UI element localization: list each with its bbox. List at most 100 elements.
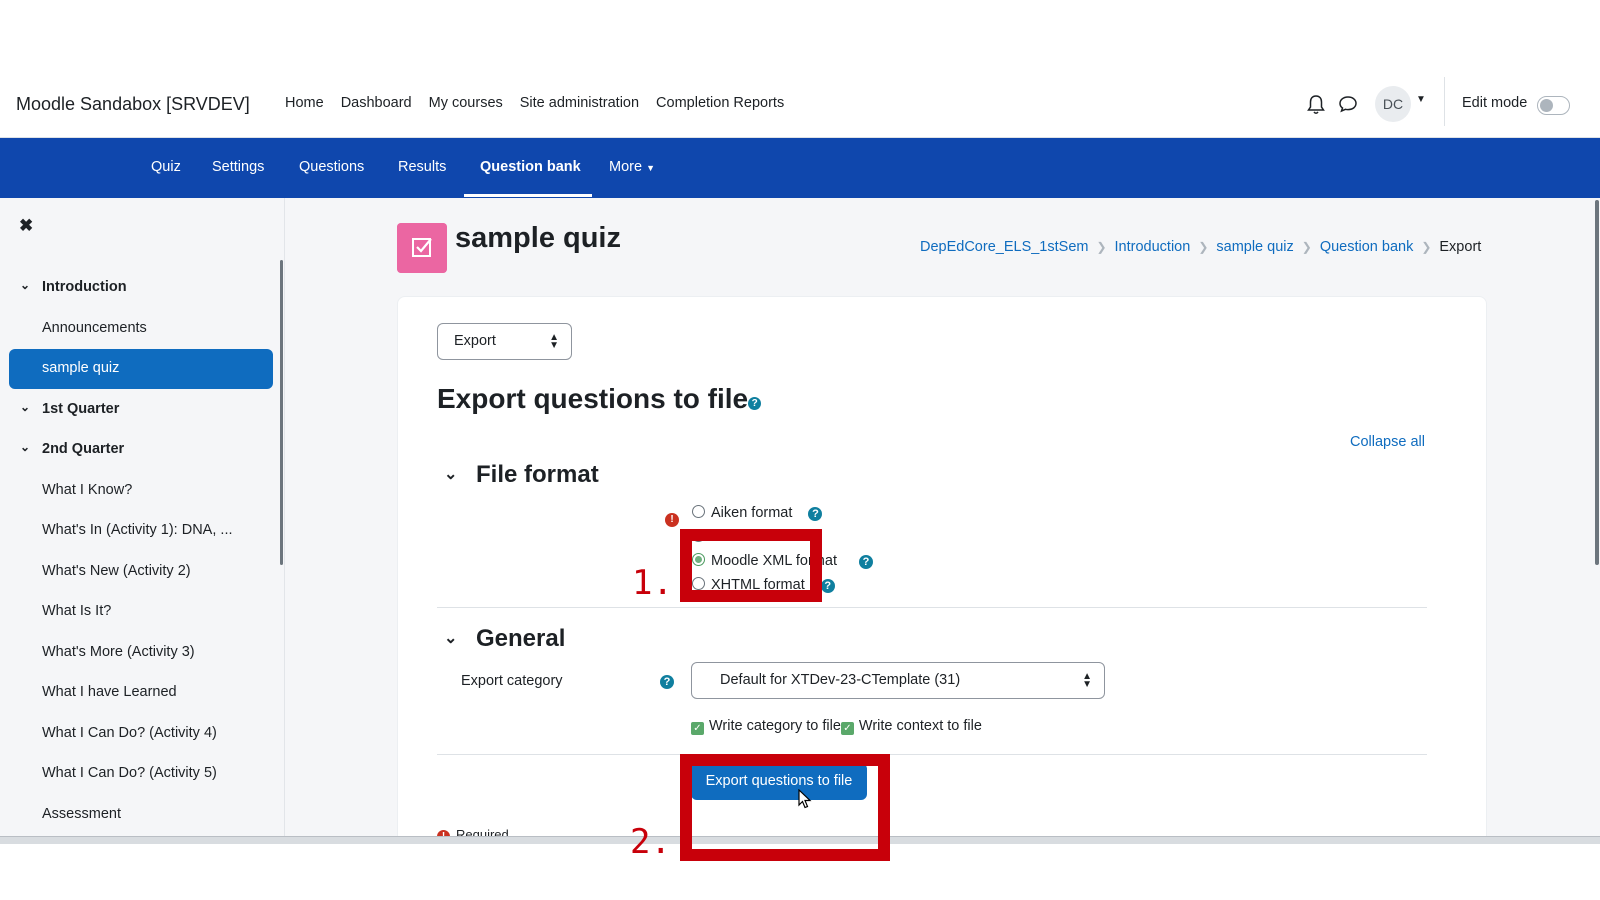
- breadcrumb: DepEdCore_ELS_1stSem ❯ Introduction ❯ sample…: [920, 239, 1481, 255]
- page-title: sample quiz: [455, 222, 621, 254]
- page-scrollbar[interactable]: [1595, 200, 1599, 565]
- chevron-down-icon[interactable]: ⌄: [444, 464, 457, 484]
- required-icon: !: [665, 513, 679, 527]
- tab-question-bank[interactable]: Question bank: [480, 159, 581, 175]
- course-index: ⌄ Introduction Announcements sample quiz…: [0, 268, 284, 836]
- chevron-down-icon[interactable]: ⌄: [20, 400, 30, 414]
- item-label: What Is It?: [42, 603, 112, 619]
- annotation-box-step-1: [680, 529, 822, 602]
- chevron-right-icon: ❯: [1096, 240, 1107, 254]
- breadcrumb-link[interactable]: Introduction: [1115, 239, 1191, 255]
- help-icon[interactable]: ?: [859, 555, 874, 569]
- edit-mode-toggle[interactable]: [1537, 96, 1570, 115]
- write-category-label: Write category to file: [709, 718, 841, 734]
- close-icon[interactable]: ✖: [19, 216, 33, 236]
- write-category-checkbox[interactable]: ✓ Write category to file: [691, 718, 841, 735]
- primary-navigation: Home Dashboard My courses Site administr…: [285, 95, 801, 111]
- general-header[interactable]: General: [476, 625, 565, 653]
- nav-home[interactable]: Home: [285, 95, 324, 111]
- help-icon[interactable]: ?: [660, 675, 674, 689]
- section-divider: [437, 754, 1427, 755]
- chevron-down-icon: ▼: [646, 163, 655, 173]
- course-index-item[interactable]: What I Know?: [0, 471, 284, 512]
- annotation-box-step-2: [680, 754, 890, 861]
- item-label: Announcements: [42, 319, 147, 336]
- top-navbar: Moodle Sandabox [SRVDEV] Home Dashboard …: [0, 77, 1600, 138]
- nav-my-courses[interactable]: My courses: [429, 95, 503, 111]
- check-icon[interactable]: ✓: [840, 722, 854, 735]
- course-index-item[interactable]: What's In (Activity 1): DNA, ...: [0, 511, 284, 552]
- select-arrows-icon: ▲ ▼: [1082, 671, 1092, 690]
- course-index-drawer: ✖ ⌄ Introduction Announcements sample qu…: [0, 198, 285, 838]
- check-icon[interactable]: ✓: [691, 722, 704, 735]
- help-icon[interactable]: ?: [748, 397, 762, 410]
- course-index-section[interactable]: ⌄ 1st Quarter: [0, 390, 284, 431]
- annotation-step-2: 2.: [630, 822, 671, 862]
- avatar[interactable]: DC: [1375, 86, 1411, 122]
- collapse-all-link[interactable]: Collapse all: [1350, 434, 1425, 450]
- site-name[interactable]: Moodle Sandabox [SRVDEV]: [16, 94, 250, 115]
- tab-more[interactable]: More ▼: [609, 159, 655, 175]
- item-label: What I Know?: [42, 481, 133, 498]
- nav-dashboard[interactable]: Dashboard: [341, 95, 412, 111]
- course-index-item[interactable]: What Is It?: [0, 592, 284, 633]
- course-index-item[interactable]: Announcements: [0, 309, 284, 350]
- item-label: sample quiz: [42, 360, 120, 376]
- tab-more-label: More: [609, 159, 643, 175]
- file-format-header[interactable]: File format: [476, 461, 599, 489]
- chevron-down-icon[interactable]: ⌄: [444, 628, 457, 648]
- chevron-down-icon[interactable]: ▼: [1416, 94, 1426, 105]
- radio-button[interactable]: [692, 505, 705, 518]
- course-index-section[interactable]: ⌄ Introduction: [0, 268, 284, 309]
- section-label: Introduction: [42, 279, 127, 295]
- course-index-item[interactable]: What I have Learned: [0, 673, 284, 714]
- help-icon[interactable]: ?: [820, 579, 835, 593]
- course-index-item[interactable]: What I Can Do? (Activity 4): [0, 714, 284, 755]
- write-options: ✓ Write category to file ✓ Write context to…: [691, 718, 982, 735]
- item-label: What's In (Activity 1): DNA, ...: [42, 522, 233, 538]
- item-label: What's More (Activity 3): [42, 643, 195, 660]
- export-category-select[interactable]: Default for XTDev-23-CTemplate (31) ▲ ▼: [691, 662, 1105, 699]
- chat-icon[interactable]: [1338, 94, 1358, 114]
- course-index-item[interactable]: What's More (Activity 3): [0, 633, 284, 674]
- help-icon[interactable]: ?: [808, 507, 823, 521]
- edit-mode-label: Edit mode: [1462, 95, 1528, 111]
- nav-completion-reports[interactable]: Completion Reports: [656, 95, 784, 111]
- course-index-item[interactable]: What I Can Do? (Activity 5): [0, 754, 284, 795]
- action-select[interactable]: Export ▲ ▼: [437, 323, 572, 360]
- chevron-down-icon[interactable]: ⌄: [20, 440, 30, 454]
- export-form-card: Export ▲ ▼ Export questions to file? Coll…: [397, 296, 1487, 838]
- secondary-navigation: Quiz Settings Questions Results Question…: [0, 138, 1600, 198]
- divider: [1444, 77, 1445, 126]
- course-index-section[interactable]: ⌄ 2nd Quarter: [0, 430, 284, 471]
- breadcrumb-link[interactable]: Question bank: [1320, 239, 1414, 255]
- breadcrumb-link[interactable]: DepEdCore_ELS_1stSem: [920, 239, 1088, 255]
- chevron-down-icon[interactable]: ⌄: [20, 278, 30, 292]
- annotation-step-1: 1.: [632, 563, 673, 603]
- chevron-right-icon: ❯: [1421, 240, 1432, 254]
- tab-results[interactable]: Results: [398, 159, 446, 175]
- chevron-right-icon: ❯: [1198, 240, 1209, 254]
- screen: Moodle Sandabox [SRVDEV] Home Dashboard …: [0, 0, 1600, 900]
- bell-icon[interactable]: [1306, 94, 1326, 116]
- item-label: What I have Learned: [42, 684, 177, 700]
- item-label: Assessment: [42, 805, 121, 822]
- breadcrumb-link[interactable]: sample quiz: [1216, 239, 1293, 255]
- item-label: What's New (Activity 2): [42, 562, 191, 579]
- export-category-label: Export category: [461, 673, 563, 689]
- write-context-label: Write context to file: [858, 718, 982, 734]
- tab-questions[interactable]: Questions: [299, 159, 364, 175]
- course-index-item-selected[interactable]: sample quiz: [0, 349, 284, 390]
- action-select-value: Export: [454, 333, 496, 349]
- tab-quiz[interactable]: Quiz: [151, 159, 181, 175]
- radio-aiken[interactable]: Aiken format ?: [692, 505, 823, 521]
- course-index-item[interactable]: Assessment: [0, 795, 284, 836]
- section-label: 1st Quarter: [42, 400, 120, 417]
- write-context-checkbox[interactable]: ✓ Write context to file: [840, 718, 982, 735]
- nav-site-administration[interactable]: Site administration: [520, 95, 639, 111]
- tab-settings[interactable]: Settings: [212, 159, 264, 175]
- radio-label: Aiken format: [711, 505, 793, 521]
- course-index-item[interactable]: What's New (Activity 2): [0, 552, 284, 593]
- export-category-value: Default for XTDev-23-CTemplate (31): [720, 672, 961, 688]
- item-label: What I Can Do? (Activity 5): [42, 765, 217, 781]
